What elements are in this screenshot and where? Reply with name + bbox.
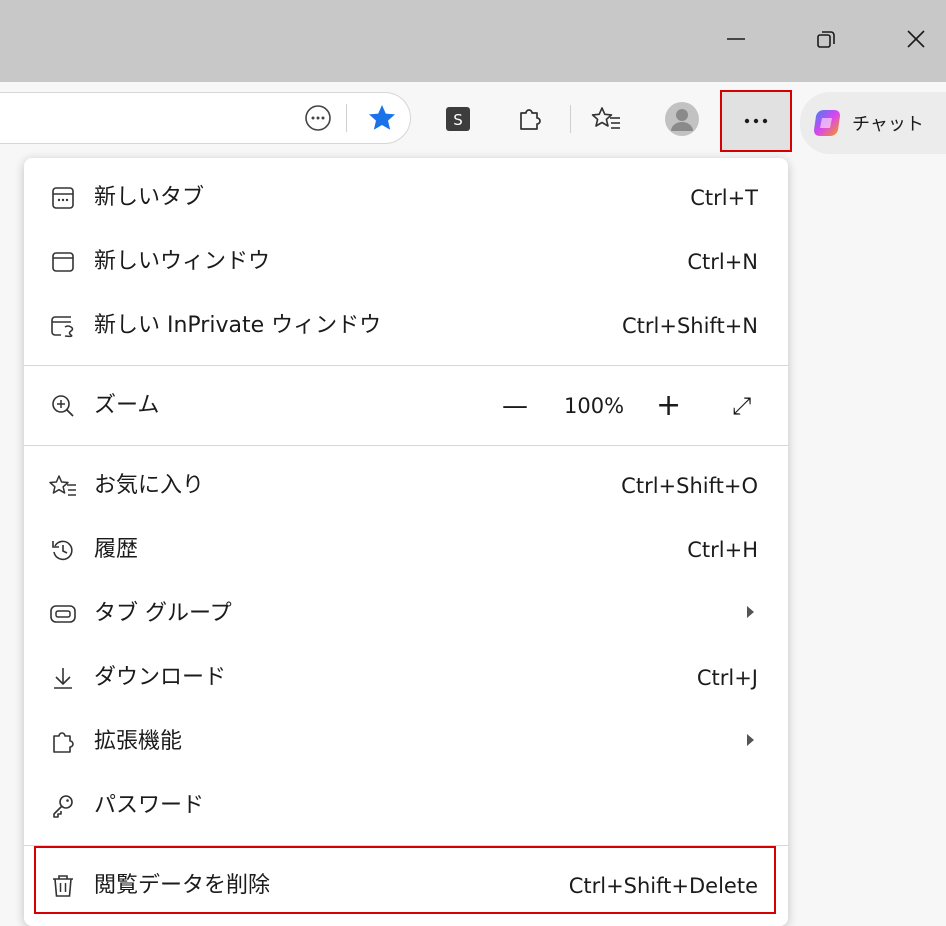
s-extension-icon: S [446,107,470,131]
key-icon [53,795,73,818]
fullscreen-button[interactable]: ⤢ [732,374,751,438]
menu-item-zoom: ズーム — 100% + ⤢ [24,374,788,438]
s-extension-button[interactable]: S [438,99,478,139]
menu-item-extensions[interactable]: 拡張機能 [24,710,788,774]
inprivate-icon [51,316,74,338]
title-bar [0,0,946,82]
new-tab-icon [52,187,74,209]
star-filled-icon [369,105,395,130]
menu-item-label: ダウンロード [94,665,227,690]
svg-text:S: S [453,111,463,129]
menu-item-shortcut: Ctrl+Shift+O [621,474,758,498]
menu-item-label: パスワード [94,793,205,818]
profile-button[interactable] [662,99,702,139]
more-tools-icon [305,105,331,131]
settings-menu: 新しいタブ Ctrl+T 新しいウィンドウ Ctrl+N 新しい InPriva… [24,158,788,926]
menu-divider [24,445,788,446]
toolbar-divider [570,105,571,133]
tab-groups-icon [50,605,76,623]
copilot-chat-button[interactable]: チャット [800,92,946,154]
menu-item-new-tab[interactable]: 新しいタブ Ctrl+T [24,166,788,230]
menu-item-label: 履歴 [94,537,139,562]
download-icon [54,668,72,689]
new-window-icon [52,252,74,272]
menu-item-tab-groups[interactable]: タブ グループ [24,582,788,646]
puzzle-icon [53,732,74,753]
close-icon [907,30,925,48]
zoom-level: 100% [564,394,625,418]
favorites-button[interactable] [586,99,626,139]
menu-item-passwords[interactable]: パスワード [24,774,788,838]
menu-item-history[interactable]: 履歴 Ctrl+H [24,518,788,582]
highlight-box [34,846,776,914]
menu-item-label: ズーム [94,393,160,418]
menu-divider [24,365,788,366]
extensions-button[interactable] [510,99,550,139]
more-dots-icon [744,118,768,124]
minimize-button[interactable] [706,14,766,64]
restore-icon [817,31,835,48]
menu-item-downloads[interactable]: ダウンロード Ctrl+J [24,646,788,710]
menu-item-label: 新しい InPrivate ウィンドウ [94,313,382,338]
chat-label: チャット [852,114,924,135]
menu-item-label: お気に入り [94,473,205,498]
menu-item-shortcut: Ctrl+N [687,250,758,274]
puzzle-icon [520,109,541,130]
zoom-out-button[interactable]: — [502,374,528,438]
favorite-star-button[interactable] [362,98,402,138]
settings-and-more-button[interactable] [720,90,792,152]
restore-button[interactable] [796,14,856,64]
close-button[interactable] [886,14,946,64]
menu-item-shortcut: Ctrl+H [687,538,758,562]
menu-item-new-inprivate[interactable]: 新しい InPrivate ウィンドウ Ctrl+Shift+N [24,294,788,358]
menu-item-shortcut: Ctrl+T [690,186,758,210]
favorites-icon [591,107,620,129]
favorites-icon [49,475,76,496]
menu-item-label: 新しいタブ [94,185,205,210]
history-icon [52,540,73,561]
address-divider [346,104,347,132]
submenu-arrow-icon [747,606,754,618]
more-tools-button[interactable] [298,98,338,138]
copilot-icon [814,110,840,136]
menu-item-favorites[interactable]: お気に入り Ctrl+Shift+O [24,454,788,518]
menu-item-shortcut: Ctrl+Shift+N [622,314,758,338]
submenu-arrow-icon [747,734,754,746]
menu-item-label: 拡張機能 [94,729,183,754]
menu-item-label: タブ グループ [94,601,232,626]
menu-item-shortcut: Ctrl+J [696,666,758,690]
zoom-icon [52,395,74,417]
menu-item-label: 新しいウィンドウ [94,249,271,274]
profile-icon [665,102,699,136]
address-bar[interactable] [0,92,411,144]
zoom-in-button[interactable]: + [656,374,681,438]
minimize-icon [727,38,745,40]
menu-item-new-window[interactable]: 新しいウィンドウ Ctrl+N [24,230,788,294]
